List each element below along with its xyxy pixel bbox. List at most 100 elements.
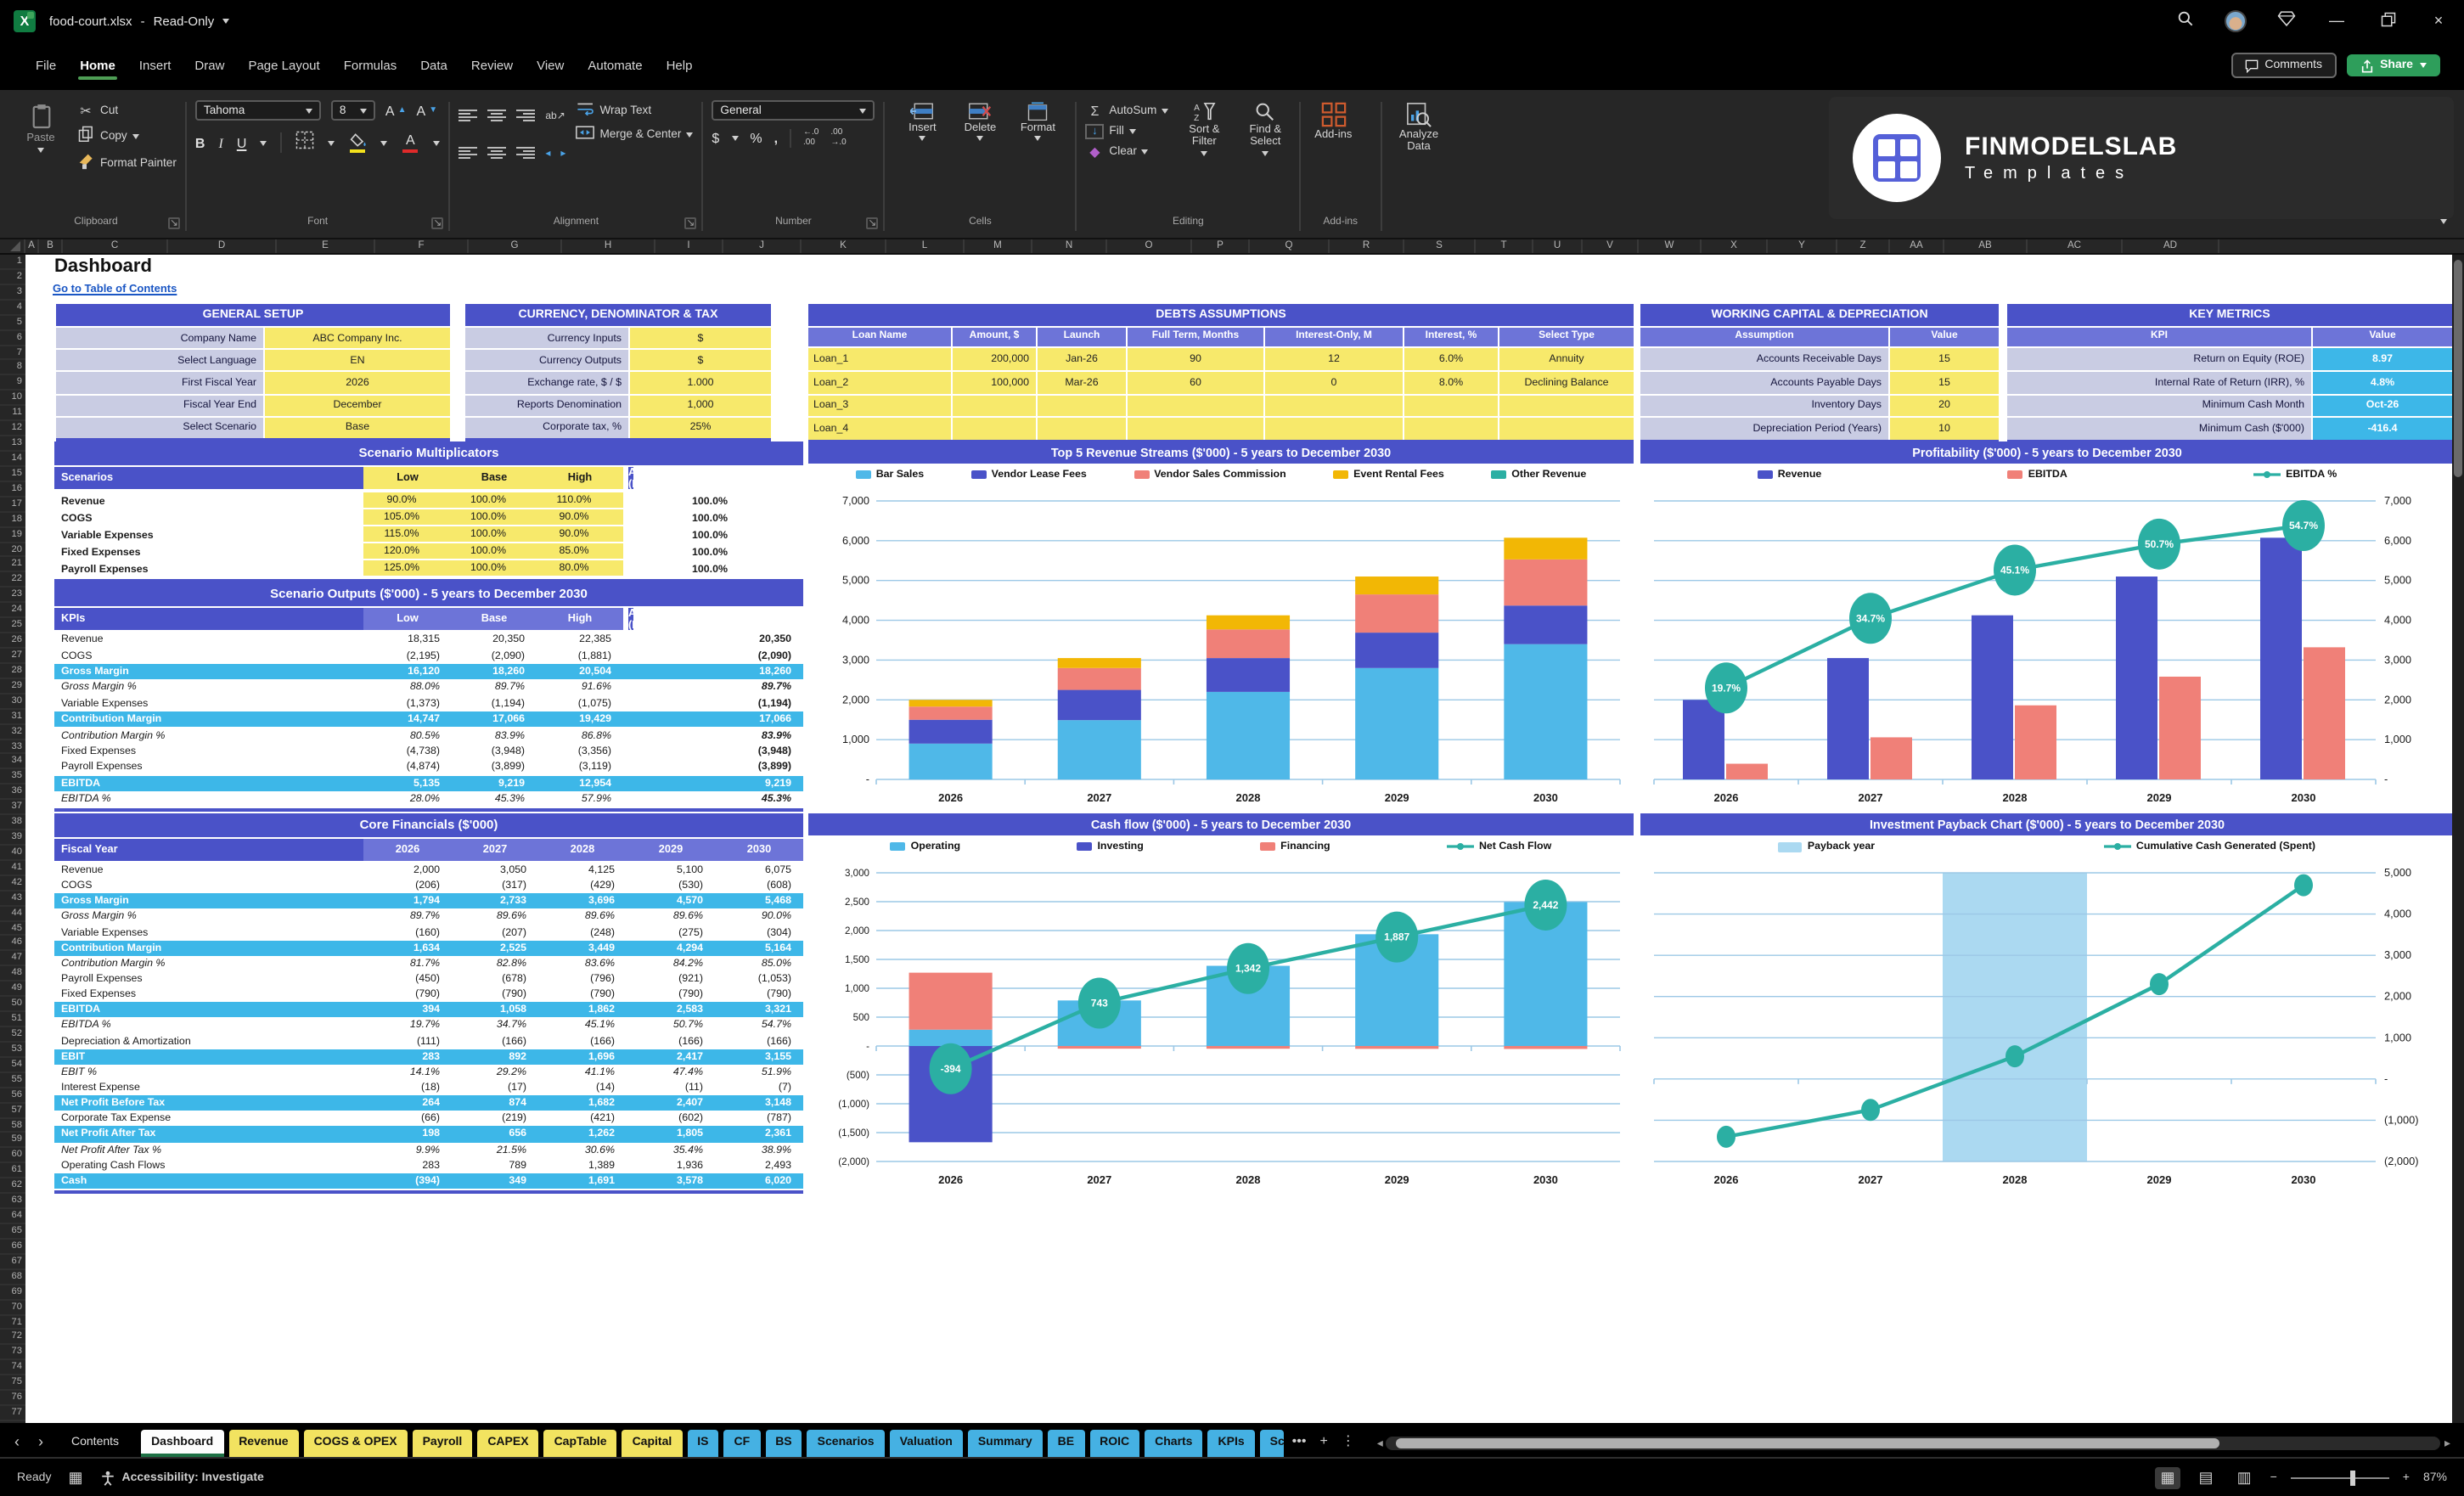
input-cell[interactable]: 2026 — [265, 372, 450, 394]
row-header-61[interactable]: 61 — [0, 1164, 25, 1179]
input-cell[interactable]: 90.0% — [537, 509, 623, 526]
row-header-68[interactable]: 68 — [0, 1270, 25, 1285]
row-header-26[interactable]: 26 — [0, 633, 25, 649]
row-header-48[interactable]: 48 — [0, 967, 25, 982]
row-header-25[interactable]: 25 — [0, 618, 25, 634]
input-cell[interactable] — [1404, 418, 1498, 440]
row-header-64[interactable]: 64 — [0, 1209, 25, 1224]
column-header-AA[interactable]: AA — [1890, 239, 1944, 253]
input-cell[interactable]: Base — [265, 417, 450, 438]
input-cell[interactable]: EN — [265, 350, 450, 371]
share-button[interactable]: Share — [2346, 54, 2440, 76]
row-header-56[interactable]: 56 — [0, 1088, 25, 1104]
row-header-2[interactable]: 2 — [0, 270, 25, 285]
comma-format-button[interactable]: , — [774, 130, 778, 145]
input-cell[interactable] — [1499, 418, 1634, 440]
search-icon[interactable] — [2174, 10, 2197, 31]
input-cell[interactable]: 100.0% — [452, 560, 537, 577]
align-bottom-button[interactable] — [516, 100, 536, 131]
collapse-ribbon-chevron[interactable] — [2440, 202, 2447, 233]
row-header-55[interactable]: 55 — [0, 1073, 25, 1088]
menu-tab-automate[interactable]: Automate — [576, 51, 654, 80]
sheet-tab-captable[interactable]: CapTable — [543, 1430, 617, 1457]
row-header-46[interactable]: 46 — [0, 936, 25, 952]
column-header-H[interactable]: H — [562, 239, 655, 253]
row-header-10[interactable]: 10 — [0, 391, 25, 407]
row-header-45[interactable]: 45 — [0, 921, 25, 936]
input-cell[interactable]: Declining Balance — [1499, 371, 1634, 393]
row-header-41[interactable]: 41 — [0, 861, 25, 876]
analyze-data-button[interactable]: Analyze Data — [1390, 100, 1448, 155]
sheet-tab-revenue[interactable]: Revenue — [228, 1430, 299, 1457]
menu-tab-page-layout[interactable]: Page Layout — [236, 51, 331, 80]
input-cell[interactable]: 6.0% — [1404, 348, 1498, 370]
input-cell[interactable]: 100,000 — [953, 371, 1036, 393]
sheet-nav-prev[interactable]: ‹ — [7, 1426, 27, 1457]
column-header-W[interactable]: W — [1639, 239, 1702, 253]
sheet-tab-cf[interactable]: CF — [723, 1430, 761, 1457]
column-header-J[interactable]: J — [723, 239, 802, 253]
row-header-39[interactable]: 39 — [0, 830, 25, 846]
horizontal-scrollbar[interactable]: ◂ ▸ — [1377, 1437, 2450, 1450]
input-cell[interactable] — [953, 395, 1036, 417]
input-cell[interactable]: 115.0% — [363, 526, 452, 543]
row-header-3[interactable]: 3 — [0, 285, 25, 301]
row-header-38[interactable]: 38 — [0, 815, 25, 831]
sheet-tab-be[interactable]: BE — [1047, 1430, 1085, 1457]
menu-tab-draw[interactable]: Draw — [183, 51, 236, 80]
row-header-72[interactable]: 72 — [0, 1330, 25, 1346]
fill-color-button[interactable] — [348, 132, 367, 153]
row-header-53[interactable]: 53 — [0, 1043, 25, 1058]
row-header-63[interactable]: 63 — [0, 1194, 25, 1210]
sheet-tab-scenarios[interactable]: Scenarios — [807, 1430, 885, 1457]
row-header-22[interactable]: 22 — [0, 573, 25, 588]
input-cell[interactable]: Jan-26 — [1038, 348, 1126, 370]
input-cell[interactable] — [1038, 418, 1126, 440]
input-cell[interactable]: 1.000 — [630, 372, 771, 394]
input-cell[interactable]: $ — [630, 328, 771, 349]
sheet-tab-payroll[interactable]: Payroll — [412, 1430, 473, 1457]
row-header-49[interactable]: 49 — [0, 982, 25, 998]
row-header-13[interactable]: 13 — [0, 436, 25, 452]
row-header-73[interactable]: 73 — [0, 1346, 25, 1361]
sheet-tab-roic[interactable]: ROIC — [1089, 1430, 1140, 1457]
row-header-32[interactable]: 32 — [0, 724, 25, 740]
column-header-Q[interactable]: Q — [1250, 239, 1330, 253]
row-header-35[interactable]: 35 — [0, 770, 25, 785]
sheet-tab-contents[interactable]: Contents — [54, 1430, 136, 1457]
worksheet[interactable]: Dashboard Go to Table of Contents GENERA… — [25, 255, 2452, 1423]
borders-button[interactable] — [295, 127, 314, 158]
row-header-24[interactable]: 24 — [0, 603, 25, 619]
column-header-X[interactable]: X — [1702, 239, 1768, 253]
column-header-I[interactable]: I — [655, 239, 723, 253]
normal-view-button[interactable]: ▦ — [2155, 1466, 2180, 1488]
column-header-R[interactable]: R — [1330, 239, 1404, 253]
hscroll-left-arrow[interactable]: ◂ — [1377, 1437, 1383, 1450]
column-header-P[interactable]: P — [1192, 239, 1250, 253]
input-cell[interactable]: ABC Company Inc. — [265, 328, 450, 349]
chevron-down-icon[interactable] — [222, 18, 230, 23]
alignment-dialog-launcher[interactable]: ↘ — [684, 217, 697, 229]
paste-button[interactable]: Paste — [15, 100, 66, 153]
column-header-K[interactable]: K — [802, 239, 886, 253]
autosum-button[interactable]: Σ AutoSum — [1085, 104, 1169, 119]
sheet-tab-bs[interactable]: BS — [765, 1430, 802, 1457]
input-cell[interactable]: 90 — [1128, 348, 1263, 370]
row-header-36[interactable]: 36 — [0, 785, 25, 801]
premium-diamond-icon[interactable] — [2274, 10, 2298, 31]
vertical-scroll-thumb[interactable] — [2454, 260, 2462, 477]
input-cell[interactable]: 100.0% — [452, 543, 537, 560]
column-header-V[interactable]: V — [1583, 239, 1639, 253]
input-cell[interactable]: 15 — [1890, 348, 1999, 370]
vertical-scrollbar[interactable] — [2452, 255, 2464, 1423]
insert-cells-button[interactable]: Insert — [893, 100, 951, 142]
row-header-12[interactable]: 12 — [0, 421, 25, 437]
close-button[interactable]: × — [2427, 12, 2450, 29]
sheet-tab-capital[interactable]: Capital — [622, 1430, 683, 1457]
input-cell[interactable]: 105.0% — [363, 509, 452, 526]
merge-center-button[interactable]: Merge & Center — [576, 126, 694, 143]
row-header-62[interactable]: 62 — [0, 1178, 25, 1195]
row-header-7[interactable]: 7 — [0, 346, 25, 361]
row-header-6[interactable]: 6 — [0, 330, 25, 346]
input-cell[interactable]: Loan_3 — [808, 395, 951, 417]
